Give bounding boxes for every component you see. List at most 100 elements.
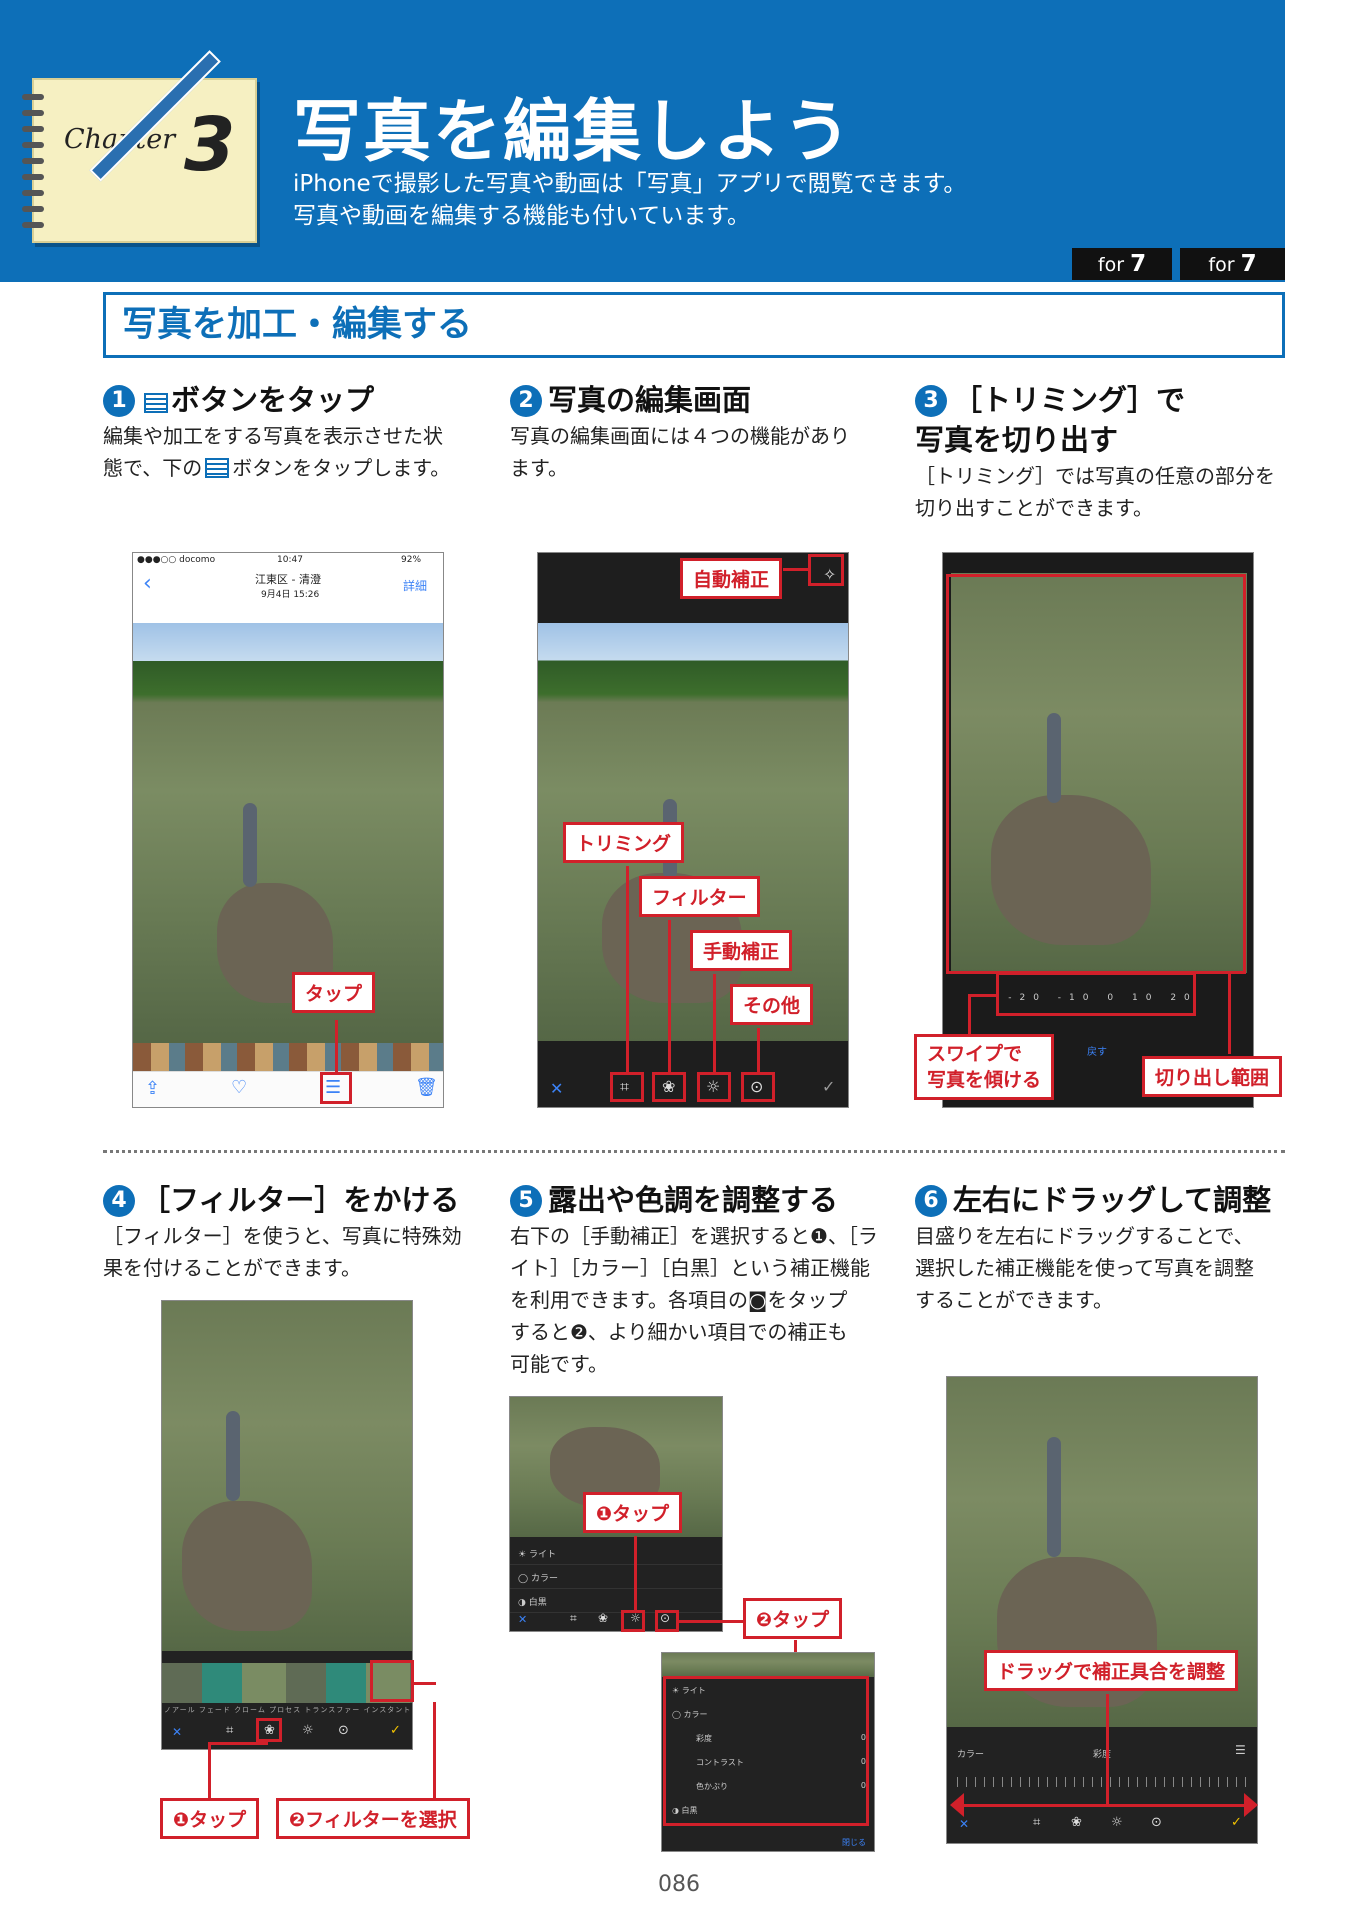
chapter-subtitle-line-1: iPhoneで撮影した写真や動画は「写真」アプリで閲覧できます。 [293,171,967,197]
more-icon[interactable]: ⊙ [1151,1815,1162,1830]
callout-manual: 手動補正 [690,930,793,971]
done-check-icon[interactable]: ✓ [390,1723,401,1738]
highlight-filter-button [256,1718,282,1742]
step-5-text-2: イト］［カラー］［白黒］という補正機能 [510,1256,870,1280]
highlight-expand-button [655,1610,679,1632]
arrow-left-icon [950,1793,964,1817]
arrow-right-icon [1244,1793,1258,1817]
step-6-text-3: することができます。 [915,1288,1113,1312]
done-check-icon[interactable]: ✓ [822,1077,835,1096]
ios-toolbar: ⇪ ♡ ☰ 🗑 [133,1071,443,1107]
ios-nav-bar: ●●●○○ docomo 10:47 92% ‹ 江東区 - 清澄 9月4日 1… [133,553,443,623]
color-icon: ◯ [518,1574,531,1584]
battery-label: 92% [401,555,422,565]
adjust-category-label: カラー [957,1750,985,1760]
manual-menu-list[interactable]: ☀ ライト ◯ カラー ◑ 白黒 [510,1541,722,1613]
callout-detail-tap: ❷タップ [743,1598,843,1639]
thumbnail-strip[interactable] [133,1043,443,1073]
filter-icon[interactable]: ❀ [598,1611,608,1625]
step-5-heading: 5 露出や色調を調整する [510,1180,890,1220]
callout-swipe: スワイプで 写真を傾ける [914,1034,1055,1100]
step-4-text-1: ［フィルター］を使うと、写真に特殊効 [103,1224,462,1248]
cancel-icon[interactable]: ✕ [550,1079,563,1098]
step-3-heading: 3 ［トリミング］で [915,380,1295,420]
model-badge-7-plus: for 7 Plus [1180,248,1285,310]
date-subtitle: 9月4日 15:26 [261,590,320,600]
step-6: 6 左右にドラッグして調整 目盛りを左右にドラッグすることで、 選択した補正機能を… [915,1180,1295,1316]
back-icon[interactable]: ‹ [143,571,152,596]
light-icon: ☀ [518,1550,529,1560]
cancel-icon[interactable]: ✕ [518,1613,527,1626]
highlight-manual [697,1072,731,1102]
reset-button[interactable]: 戻す [1087,1043,1107,1058]
callout-trim: トリミング [563,822,685,863]
filter-icon[interactable]: ❀ [1071,1815,1082,1830]
model-badge-7: for 7 [1072,248,1172,280]
step-1-text-1: 編集や加工をする写真を表示させた状 [103,424,443,448]
step-6-text-2: 選択した補正機能を使って写真を調整 [915,1256,1254,1280]
highlight-rotation-dial [996,972,1196,1016]
step-4-text-2: 果を付けることができます。 [103,1256,361,1280]
manual-adjust-icon[interactable]: ☼ [302,1723,314,1738]
step-5-text-3: を利用できます。各項目の◙をタップ [510,1288,848,1312]
callout-tap: タップ [292,972,376,1013]
step-3-text-1: ［トリミング］では写真の任意の部分を [915,464,1275,488]
chapter-notepad: Chapter 3 [22,78,257,243]
chapter-subtitle-line-2: 写真や動画を編集する機能も付いています。 [293,203,751,229]
step-3-text-2: 切り出すことができます。 [915,496,1153,520]
highlight-detail-list [663,1676,869,1826]
step-4: 4 ［フィルター］をかける ［フィルター］を使うと、写真に特殊効 果を付けることが… [103,1180,483,1284]
step-2-text-2: ます。 [510,456,568,480]
adjust-slider[interactable] [957,1777,1249,1787]
photo-heron [133,623,443,1043]
callout-other: その他 [730,984,814,1025]
cancel-icon[interactable]: ✕ [172,1725,182,1739]
screen-adjust-slider: カラー 彩度 ☰ ✕ ⌗ ❀ ☼ ⊙ ✓ [946,1376,1258,1844]
screen-photo-view: ●●●○○ docomo 10:47 92% ‹ 江東区 - 清澄 9月4日 1… [132,552,444,1108]
callout-filter-tap: ❶タップ [160,1798,260,1839]
highlight-auto-fix [808,554,844,586]
crop-icon[interactable]: ⌗ [226,1723,233,1738]
chapter-title: 写真を編集しよう [293,93,854,172]
step-1-heading: 1 ボタンをタップ [103,380,483,420]
step-5-text-1: 右下の［手動補正］を選択すると❶、［ラ [510,1224,878,1248]
photo-heron-filtered [162,1301,412,1651]
filter-names: ノアール フェード クローム プロセス トランスファー インスタント [164,1706,412,1714]
callout-auto-fix: 自動補正 [680,558,783,599]
step-6-heading: 6 左右にドラッグして調整 [915,1180,1295,1220]
step-3-heading-2: 写真を切り出す [915,423,1119,457]
section-title: 写真を加工・編集する [103,292,1285,358]
step-6-text-1: 目盛りを左右にドラッグすることで、 [915,1224,1254,1248]
step-3: 3 ［トリミング］で 写真を切り出す ［トリミング］では写真の任意の部分を 切り出… [915,380,1295,524]
highlight-selected-filter [370,1660,414,1702]
crop-icon[interactable]: ⌗ [1033,1815,1040,1830]
more-icon[interactable]: ⊙ [338,1723,349,1738]
step-2-text-1: 写真の編集画面には４つの機能があり [510,424,850,448]
adjust-icon [144,393,168,413]
section-divider [103,1150,1285,1153]
done-check-icon[interactable]: ✓ [1231,1815,1242,1830]
close-button[interactable]: 閉じる [842,1837,866,1848]
page-number: 086 [658,1872,700,1897]
heart-icon[interactable]: ♡ [231,1077,247,1098]
detail-button[interactable]: 詳細 [403,577,427,594]
share-icon[interactable]: ⇪ [145,1078,160,1099]
clock-label: 10:47 [277,555,303,565]
adjust-icon [205,458,230,478]
highlight-adjust-button [320,1072,352,1104]
manual-adjust-icon[interactable]: ☼ [1111,1815,1123,1830]
step-5: 5 露出や色調を調整する 右下の［手動補正］を選択すると❶、［ラ イト］［カラー］… [510,1180,890,1380]
callout-select-filter: ❷フィルターを選択 [276,1798,470,1839]
step-5-text-4: すると❷、より細かい項目での補正も [510,1320,848,1344]
trash-icon[interactable]: 🗑 [415,1077,438,1098]
highlight-filter [652,1072,686,1102]
highlight-manual-button [621,1610,645,1632]
list-icon[interactable]: ☰ [1235,1743,1246,1757]
callout-manual-tap: ❶タップ [583,1492,683,1533]
highlight-more [741,1072,775,1102]
location-title: 江東区 - 清澄 [255,573,321,586]
step-5-text-5: 可能です。 [510,1352,608,1376]
chapter-number: 3 [184,102,236,188]
crop-icon[interactable]: ⌗ [570,1611,577,1626]
cancel-icon[interactable]: ✕ [959,1817,969,1831]
